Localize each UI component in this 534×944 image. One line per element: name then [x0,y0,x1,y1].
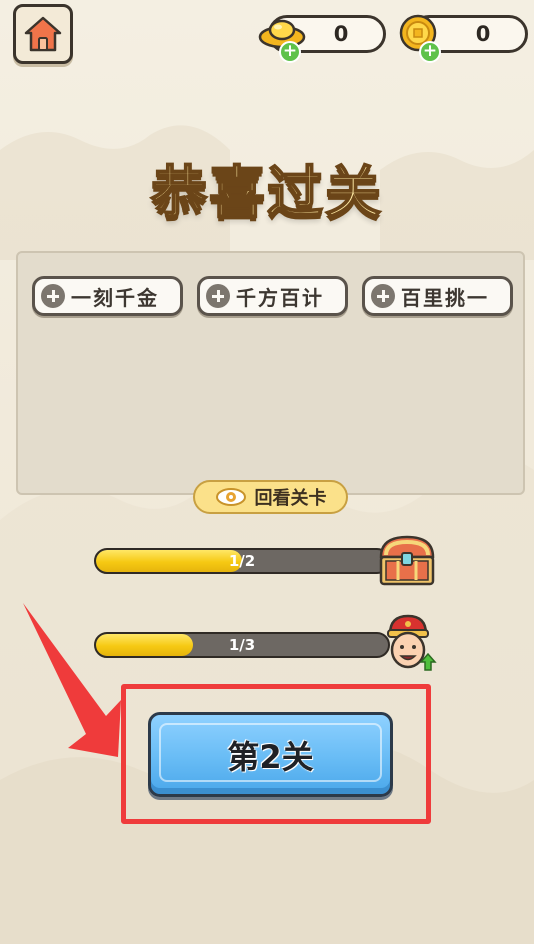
next-level-label: 第2关 [227,737,314,776]
next-level-button[interactable]: 第2关 [148,712,393,797]
